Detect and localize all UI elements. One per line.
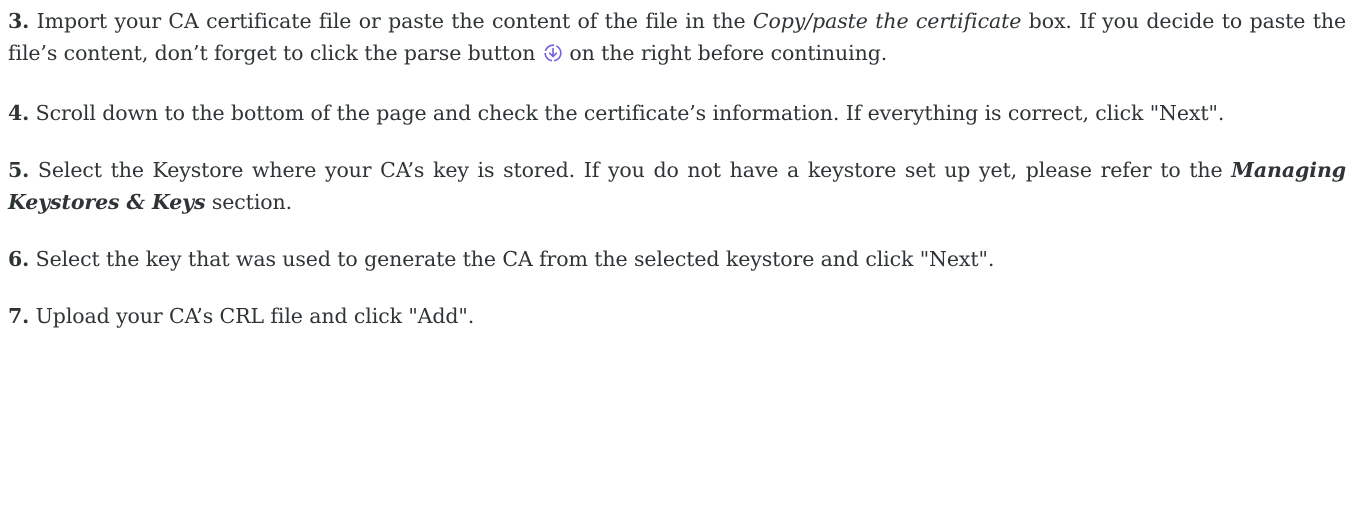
parse-icon <box>543 40 563 72</box>
step-7: 7. Upload your CA’s CRL file and click "… <box>8 300 1346 332</box>
step-number: 7. <box>8 304 30 328</box>
step-number: 5. <box>8 158 30 182</box>
step-text: section. <box>205 190 293 214</box>
step-3: 3. Import your CA certificate file or pa… <box>8 5 1346 72</box>
step-number: 4. <box>8 101 30 125</box>
step-text: Select the Keystore where your CA’s key … <box>29 158 1232 182</box>
step-number: 6. <box>8 247 30 271</box>
step-4: 4. Scroll down to the bottom of the page… <box>8 97 1346 129</box>
step-number: 3. <box>8 9 30 33</box>
step-text: Select the key that was used to generate… <box>29 247 995 271</box>
instructions: 3. Import your CA certificate file or pa… <box>8 5 1346 357</box>
step-text: Scroll down to the bottom of the page an… <box>29 101 1225 125</box>
emphasis-copy-paste-box: Copy/paste the certificate <box>752 9 1022 33</box>
step-6: 6. Select the key that was used to gener… <box>8 243 1346 275</box>
step-text: Import your CA certificate file or paste… <box>29 9 753 33</box>
step-text: Upload your CA’s CRL file and click "Add… <box>29 304 475 328</box>
step-text: on the right before continuing. <box>569 41 888 65</box>
step-5: 5. Select the Keystore where your CA’s k… <box>8 154 1346 218</box>
